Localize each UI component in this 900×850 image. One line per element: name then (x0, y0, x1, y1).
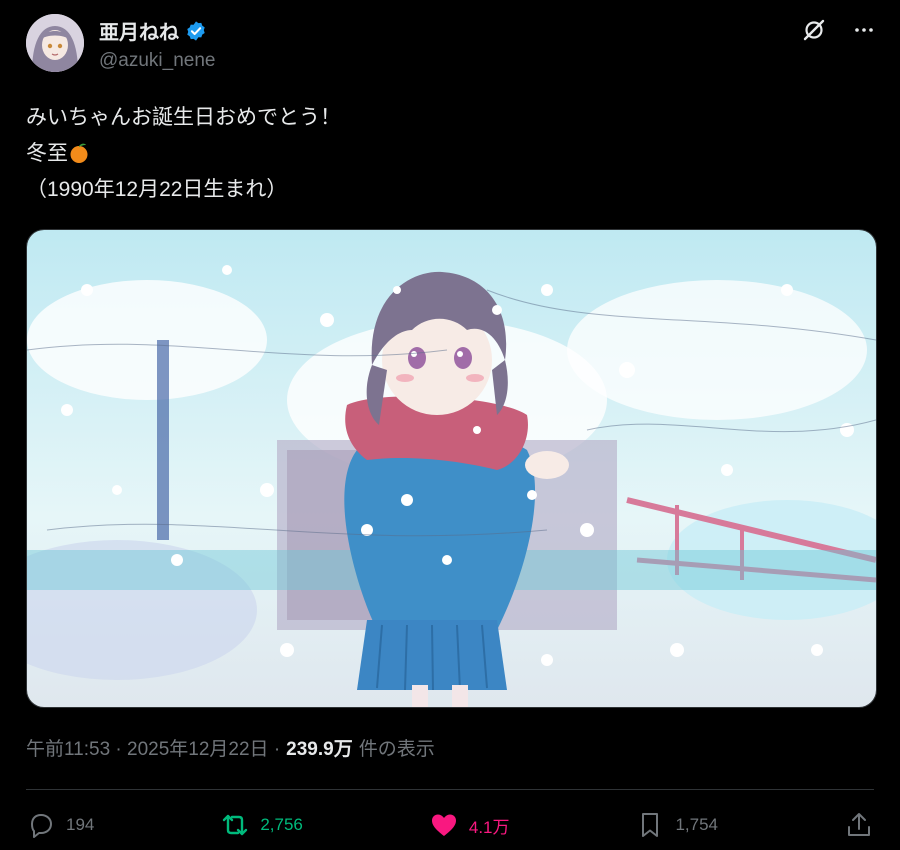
view-count: 239.9万 (286, 739, 353, 760)
bookmark-icon (642, 813, 659, 837)
tweet-line-2: 冬至 (26, 142, 68, 165)
top-actions (800, 16, 878, 44)
like-count: 4.1万 (468, 817, 510, 837)
share-icon (847, 813, 870, 836)
avatar[interactable] (26, 14, 84, 72)
verified-badge-icon (187, 20, 205, 41)
avatar-image (26, 14, 84, 72)
orange-emoji-icon (70, 143, 88, 163)
reply-icon (31, 814, 52, 838)
grok-icon[interactable] (800, 16, 828, 44)
retweet-button[interactable]: 2,756 (220, 810, 303, 840)
tweet-image[interactable] (26, 229, 877, 708)
share-button[interactable] (844, 810, 874, 840)
reply-count: 194 (66, 815, 95, 834)
timestamp[interactable]: 午前11:53 · 2025年12月22日 · (26, 734, 280, 761)
action-bar: 194 2,756 4.1万 1,754 (26, 805, 874, 845)
reply-button[interactable]: 194 (26, 810, 94, 840)
bookmark-button[interactable]: 1,754 (635, 810, 718, 840)
like-button[interactable]: 4.1万 (429, 810, 510, 840)
tweet-line-1: みいちゃんお誕生日おめでとう！ (26, 106, 341, 129)
illustration (27, 230, 876, 707)
display-name[interactable]: 亜月ねね (99, 16, 179, 45)
divider (26, 789, 874, 790)
tweet-meta: 午前11:53 · 2025年12月22日 · 239.9万 件の表示 (26, 734, 435, 761)
view-label: 件の表示 (358, 739, 435, 760)
author-name-row[interactable]: 亜月ねね (99, 16, 207, 45)
like-icon (431, 814, 456, 836)
bookmark-count: 1,754 (675, 815, 719, 834)
tweet-text: みいちゃんお誕生日おめでとう！ 冬至 （1990年12月22日生まれ） (26, 100, 341, 208)
tweet-line-3: （1990年12月22日生まれ） (26, 178, 288, 201)
retweet-icon (223, 814, 248, 836)
more-icon[interactable] (850, 16, 878, 44)
handle[interactable]: @azuki_nene (99, 50, 215, 72)
retweet-count: 2,756 (260, 815, 303, 834)
